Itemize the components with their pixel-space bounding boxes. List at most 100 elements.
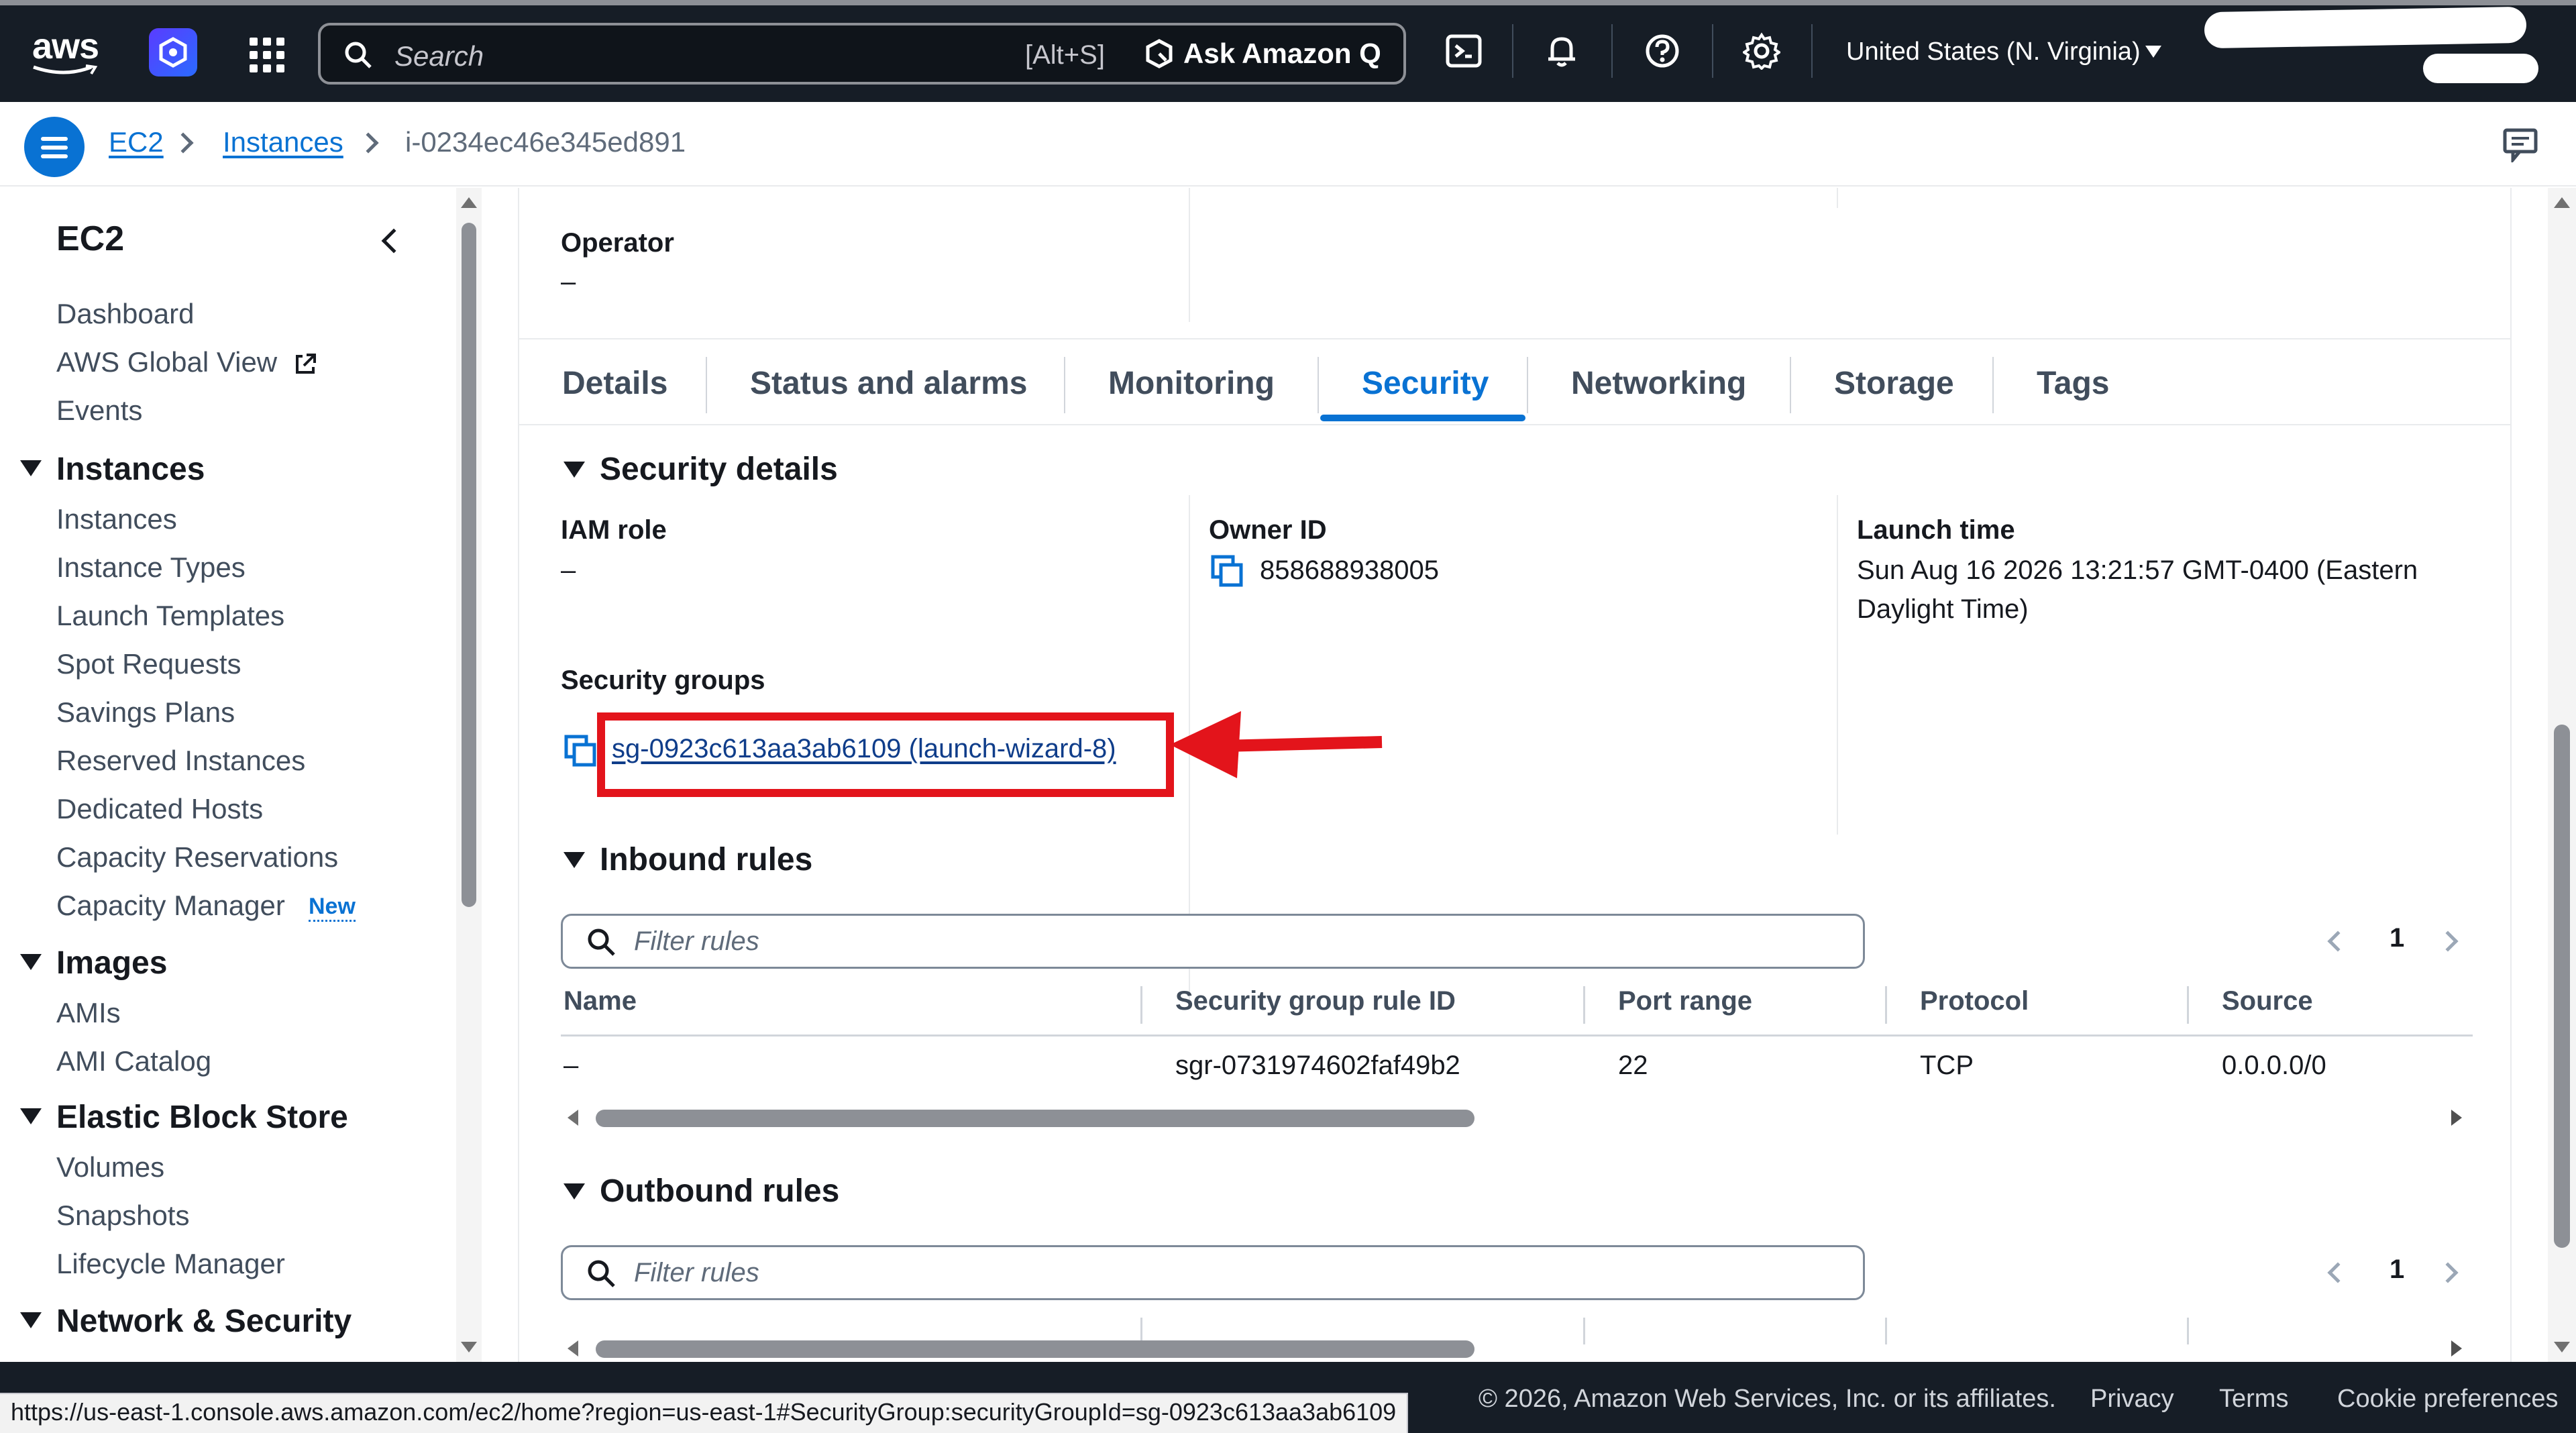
sidebar-item-ami-catalog[interactable]: AMI Catalog — [56, 1045, 211, 1077]
scroll-left-arrow-icon[interactable] — [568, 1340, 578, 1357]
scroll-left-arrow-icon[interactable] — [568, 1110, 578, 1126]
search-input[interactable]: Search [Alt+S] Ask Amazon Q — [318, 23, 1406, 85]
page-number[interactable]: 1 — [2390, 1255, 2404, 1285]
collapse-triangle-icon[interactable] — [564, 852, 585, 868]
privacy-link[interactable]: Privacy — [2090, 1385, 2174, 1414]
page-number[interactable]: 1 — [2390, 923, 2404, 953]
previous-page-icon[interactable] — [2327, 1262, 2349, 1283]
search-placeholder: Search — [394, 40, 484, 72]
aws-logo[interactable]: aws — [32, 25, 99, 67]
column-header-protocol[interactable]: Protocol — [1920, 986, 2029, 1016]
sidebar-item-spot-requests[interactable]: Spot Requests — [56, 648, 241, 680]
column-resizer[interactable] — [2187, 986, 2189, 1024]
breadcrumb-instances[interactable]: Instances — [223, 126, 343, 158]
inbound-filter-input[interactable]: Filter rules — [561, 914, 1865, 969]
region-selector[interactable]: United States (N. Virginia) — [1846, 38, 2141, 66]
outbound-rules-heading[interactable]: Outbound rules — [600, 1173, 839, 1210]
terms-link[interactable]: Terms — [2219, 1385, 2288, 1414]
inbound-rules-heading[interactable]: Inbound rules — [600, 841, 812, 878]
expand-triangle-icon[interactable] — [20, 1108, 42, 1124]
column-header-source[interactable]: Source — [2222, 986, 2313, 1016]
sidebar-item-reserved-instances[interactable]: Reserved Instances — [56, 745, 305, 777]
expand-triangle-icon[interactable] — [20, 1312, 42, 1328]
service-shortcut-icon[interactable] — [149, 28, 197, 76]
sidebar-item-capacity-reservations[interactable]: Capacity Reservations — [56, 841, 338, 873]
horizontal-scrollbar-thumb[interactable] — [596, 1110, 1474, 1127]
expand-triangle-icon[interactable] — [20, 460, 42, 476]
scroll-up-arrow-icon[interactable] — [461, 197, 477, 208]
column-header-rule-id[interactable]: Security group rule ID — [1175, 986, 1456, 1016]
tab-details[interactable]: Details — [562, 365, 667, 402]
collapse-triangle-icon[interactable] — [564, 1183, 585, 1200]
tab-storage[interactable]: Storage — [1834, 365, 1954, 402]
sidebar-item-global-view[interactable]: AWS Global View — [56, 346, 317, 378]
sidebar-item-capacity-manager[interactable]: Capacity Manager — [56, 890, 285, 922]
cloudshell-icon[interactable] — [1442, 30, 1485, 72]
scroll-right-arrow-icon[interactable] — [2451, 1110, 2462, 1126]
sidebar-item-volumes[interactable]: Volumes — [56, 1151, 164, 1183]
expand-triangle-icon[interactable] — [20, 954, 42, 970]
tab-tags[interactable]: Tags — [2037, 365, 2109, 402]
ask-amazon-q-button[interactable]: Ask Amazon Q — [1144, 38, 1381, 70]
security-details-heading[interactable]: Security details — [600, 451, 838, 488]
cookie-preferences-link[interactable]: Cookie preferences — [2337, 1385, 2559, 1414]
column-header-port-range[interactable]: Port range — [1618, 986, 1752, 1016]
previous-page-icon[interactable] — [2327, 931, 2349, 952]
help-icon[interactable] — [1641, 30, 1684, 72]
tab-security[interactable]: Security — [1362, 365, 1489, 402]
table-header-divider — [561, 1034, 2473, 1037]
search-icon — [588, 928, 615, 956]
column-header-name[interactable]: Name — [564, 986, 637, 1016]
next-page-icon[interactable] — [2437, 1262, 2459, 1283]
scroll-down-arrow-icon[interactable] — [2554, 1342, 2570, 1352]
column-resizer[interactable] — [2187, 1318, 2189, 1344]
search-icon — [345, 42, 372, 68]
next-page-icon[interactable] — [2437, 931, 2459, 952]
feedback-icon[interactable] — [2502, 127, 2540, 162]
scroll-right-arrow-icon[interactable] — [2451, 1340, 2462, 1357]
collapse-sidebar-chevron-icon[interactable] — [381, 228, 407, 254]
copy-icon[interactable] — [1210, 554, 1244, 588]
sidebar-item-instances[interactable]: Instances — [56, 503, 177, 535]
sidebar-item-events[interactable]: Events — [56, 394, 142, 427]
column-resizer[interactable] — [1583, 986, 1585, 1024]
sidebar-section-network-security[interactable]: Network & Security — [56, 1303, 352, 1340]
side-menu-toggle-button[interactable] — [24, 117, 85, 177]
sidebar-item-savings-plans[interactable]: Savings Plans — [56, 696, 235, 729]
sidebar-section-images[interactable]: Images — [56, 945, 167, 981]
new-badge: New — [309, 894, 356, 922]
sidebar-item-lifecycle-manager[interactable]: Lifecycle Manager — [56, 1248, 285, 1280]
sidebar-item-instance-types[interactable]: Instance Types — [56, 551, 246, 584]
horizontal-scrollbar-thumb[interactable] — [596, 1340, 1474, 1358]
tab-divider — [1064, 357, 1065, 413]
sidebar-item-launch-templates[interactable]: Launch Templates — [56, 600, 284, 632]
column-resizer[interactable] — [1885, 1318, 1887, 1344]
scrollbar-thumb[interactable] — [2554, 725, 2570, 1248]
launch-time-value-cont: Daylight Time) — [1857, 594, 2029, 624]
main-scrollbar[interactable] — [2548, 188, 2576, 1362]
scroll-down-arrow-icon[interactable] — [461, 1342, 477, 1352]
main-content: Operator – Details Status and alarms Mon… — [483, 188, 2548, 1362]
sidebar-item-dedicated-hosts[interactable]: Dedicated Hosts — [56, 793, 263, 825]
copy-icon[interactable] — [564, 734, 597, 767]
tab-networking[interactable]: Networking — [1571, 365, 1746, 402]
notifications-bell-icon[interactable] — [1540, 30, 1583, 72]
sidebar-scrollbar[interactable] — [456, 188, 482, 1362]
sidebar-item-snapshots[interactable]: Snapshots — [56, 1200, 189, 1232]
sidebar-item-dashboard[interactable]: Dashboard — [56, 298, 194, 330]
breadcrumb-ec2[interactable]: EC2 — [109, 126, 164, 158]
column-resizer[interactable] — [1885, 986, 1887, 1024]
collapse-triangle-icon[interactable] — [564, 462, 585, 478]
sidebar-section-ebs[interactable]: Elastic Block Store — [56, 1099, 348, 1136]
outbound-filter-input[interactable]: Filter rules — [561, 1245, 1865, 1300]
settings-gear-icon[interactable] — [1740, 30, 1783, 72]
tab-monitoring[interactable]: Monitoring — [1108, 365, 1275, 402]
sidebar-section-instances[interactable]: Instances — [56, 451, 205, 488]
scroll-up-arrow-icon[interactable] — [2554, 197, 2570, 208]
sidebar-item-amis[interactable]: AMIs — [56, 997, 121, 1029]
tab-status-and-alarms[interactable]: Status and alarms — [750, 365, 1027, 402]
scrollbar-thumb[interactable] — [462, 223, 476, 907]
column-resizer[interactable] — [1140, 986, 1142, 1024]
column-resizer[interactable] — [1583, 1318, 1585, 1344]
services-grid-icon[interactable] — [250, 38, 284, 72]
